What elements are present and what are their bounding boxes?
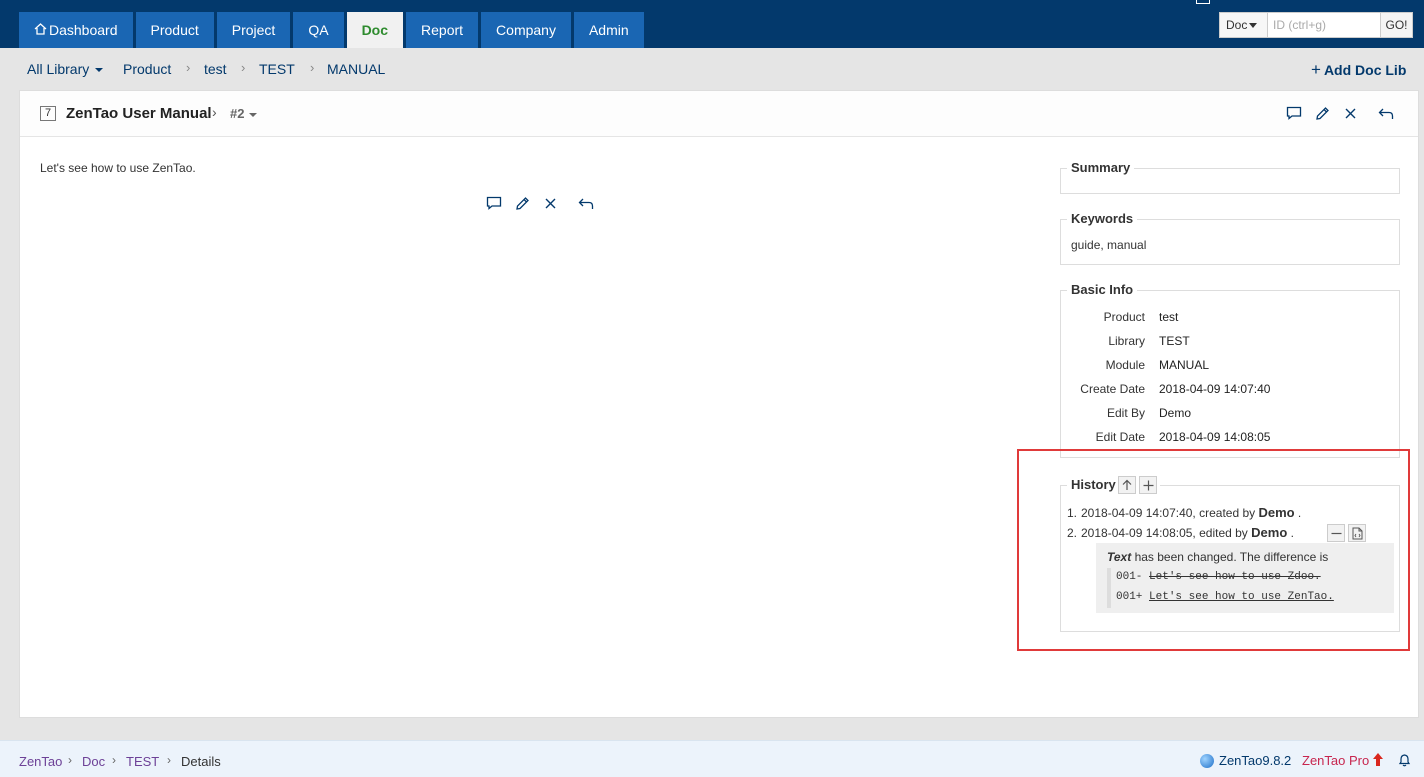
keywords-section: Keywords guide, manual <box>1060 211 1400 265</box>
keywords-value: guide, manual <box>1071 238 1147 252</box>
info-label: Create Date <box>1080 382 1145 396</box>
tab-label: Product <box>150 22 199 38</box>
version-label: #2 <box>230 106 245 121</box>
bell-icon[interactable] <box>1398 753 1411 770</box>
tab-label: Admin <box>588 22 629 38</box>
tab-admin[interactable]: Admin <box>573 12 644 48</box>
info-value: 2018-04-09 14:08:05 <box>1159 430 1271 444</box>
doc-title: ZenTao User Manual <box>66 105 212 122</box>
chevron-right-icon: › <box>310 60 315 75</box>
doc-header: 7 ZenTao User Manual › #2 <box>20 91 1418 137</box>
info-label: Library <box>1108 334 1145 348</box>
plus-icon: + <box>1311 60 1321 79</box>
chevron-right-icon: › <box>112 753 116 767</box>
top-navbar: Dashboard Product Project QA Doc Report … <box>0 0 1424 48</box>
comment-icon[interactable] <box>484 193 504 213</box>
tab-label: Dashboard <box>49 22 118 38</box>
basic-info-legend: Basic Info <box>1067 282 1138 297</box>
tab-company[interactable]: Company <box>481 12 571 48</box>
info-value: 2018-04-09 14:07:40 <box>1159 382 1271 396</box>
sub-nav: All Library Product › test › TEST › MANU… <box>0 48 1424 90</box>
tab-project[interactable]: Project <box>216 12 291 48</box>
chevron-right-icon: › <box>68 753 72 767</box>
footer-crumb-doc[interactable]: Doc <box>82 754 105 769</box>
keywords-legend: Keywords <box>1067 211 1138 226</box>
tab-label: Project <box>231 22 276 38</box>
version-text: ZenTao9.8.2 <box>1219 753 1292 768</box>
summary-legend: Summary <box>1067 160 1135 175</box>
tab-product[interactable]: Product <box>135 12 214 48</box>
info-row-create-date: Create Date 2018-04-09 14:07:40 <box>1061 382 1401 406</box>
tab-report[interactable]: Report <box>406 12 479 48</box>
back-icon[interactable] <box>1376 103 1396 123</box>
info-row-product: Product test <box>1061 310 1401 334</box>
add-doc-lib-label: Add Doc Lib <box>1323 62 1407 78</box>
caret-down-icon <box>249 112 258 117</box>
edit-icon[interactable] <box>512 193 532 213</box>
globe-icon <box>1200 753 1214 768</box>
crumb-module[interactable]: MANUAL <box>327 61 385 77</box>
search-box: Doc GO! <box>1219 12 1413 38</box>
chevron-right-icon: › <box>241 60 246 75</box>
info-value: MANUAL <box>1159 358 1210 372</box>
user-icon[interactable] <box>1196 0 1210 4</box>
tab-label: QA <box>308 22 329 38</box>
chevron-right-icon: › <box>186 60 191 75</box>
edit-icon[interactable] <box>1312 103 1332 123</box>
content-actions <box>484 193 604 213</box>
pro-link[interactable]: ZenTao Pro <box>1302 753 1369 768</box>
crumb-lib[interactable]: TEST <box>259 61 295 77</box>
header-actions <box>1284 103 1404 123</box>
tab-label: Doc <box>361 22 389 38</box>
info-row-library: Library TEST <box>1061 334 1401 358</box>
footer-crumb-lib[interactable]: TEST <box>126 754 159 769</box>
doc-content: Let's see how to use ZenTao. <box>40 161 196 175</box>
footer-crumb-zentao[interactable]: ZenTao <box>19 754 62 769</box>
chevron-right-icon: › <box>212 104 217 120</box>
library-dropdown[interactable]: All Library <box>27 61 104 77</box>
tab-label: Company <box>496 22 556 38</box>
info-value: TEST <box>1159 334 1190 348</box>
info-label: Edit By <box>1106 406 1145 420</box>
tab-doc[interactable]: Doc <box>346 12 404 48</box>
chevron-right-icon: › <box>167 753 171 767</box>
doc-id-badge: 7 <box>40 106 56 121</box>
search-input[interactable] <box>1268 13 1380 37</box>
highlight-box <box>1017 449 1410 651</box>
crumb-test[interactable]: test <box>204 61 227 77</box>
caret-down-icon <box>1249 23 1258 29</box>
info-value: test <box>1159 310 1179 324</box>
back-icon[interactable] <box>576 193 596 213</box>
version-dropdown[interactable]: #2 <box>230 106 258 121</box>
footer-crumb-current: Details <box>181 754 221 769</box>
comment-icon[interactable] <box>1284 103 1304 123</box>
library-label: All Library <box>27 61 90 77</box>
close-icon[interactable] <box>540 193 560 213</box>
version-link[interactable]: ZenTao9.8.2 <box>1200 753 1291 768</box>
info-row-module: Module MANUAL <box>1061 358 1401 382</box>
info-label: Module <box>1105 358 1145 372</box>
add-doc-lib-button[interactable]: + Add Doc Lib <box>1311 60 1406 80</box>
info-label: Edit Date <box>1095 430 1145 444</box>
info-label: Product <box>1103 310 1145 324</box>
home-icon <box>34 12 47 48</box>
close-icon[interactable] <box>1340 103 1360 123</box>
search-type-label: Doc <box>1226 18 1248 32</box>
summary-section: Summary <box>1060 160 1400 194</box>
footer: ZenTao › Doc › TEST › Details ZenTao9.8.… <box>0 740 1424 777</box>
tab-dashboard[interactable]: Dashboard <box>19 12 133 48</box>
tab-label: Report <box>421 22 464 38</box>
caret-down-icon <box>95 68 104 73</box>
tab-qa[interactable]: QA <box>293 12 344 48</box>
crumb-product[interactable]: Product <box>123 61 171 77</box>
search-go-button[interactable]: GO! <box>1380 13 1412 37</box>
info-row-edit-by: Edit By Demo <box>1061 406 1401 430</box>
arrow-up-icon <box>1372 752 1384 770</box>
main-nav: Dashboard Product Project QA Doc Report … <box>19 12 647 48</box>
search-type-select[interactable]: Doc <box>1220 13 1268 37</box>
info-value: Demo <box>1159 406 1192 420</box>
basic-info-section: Basic Info Product test Library TEST Modul… <box>1060 282 1401 458</box>
